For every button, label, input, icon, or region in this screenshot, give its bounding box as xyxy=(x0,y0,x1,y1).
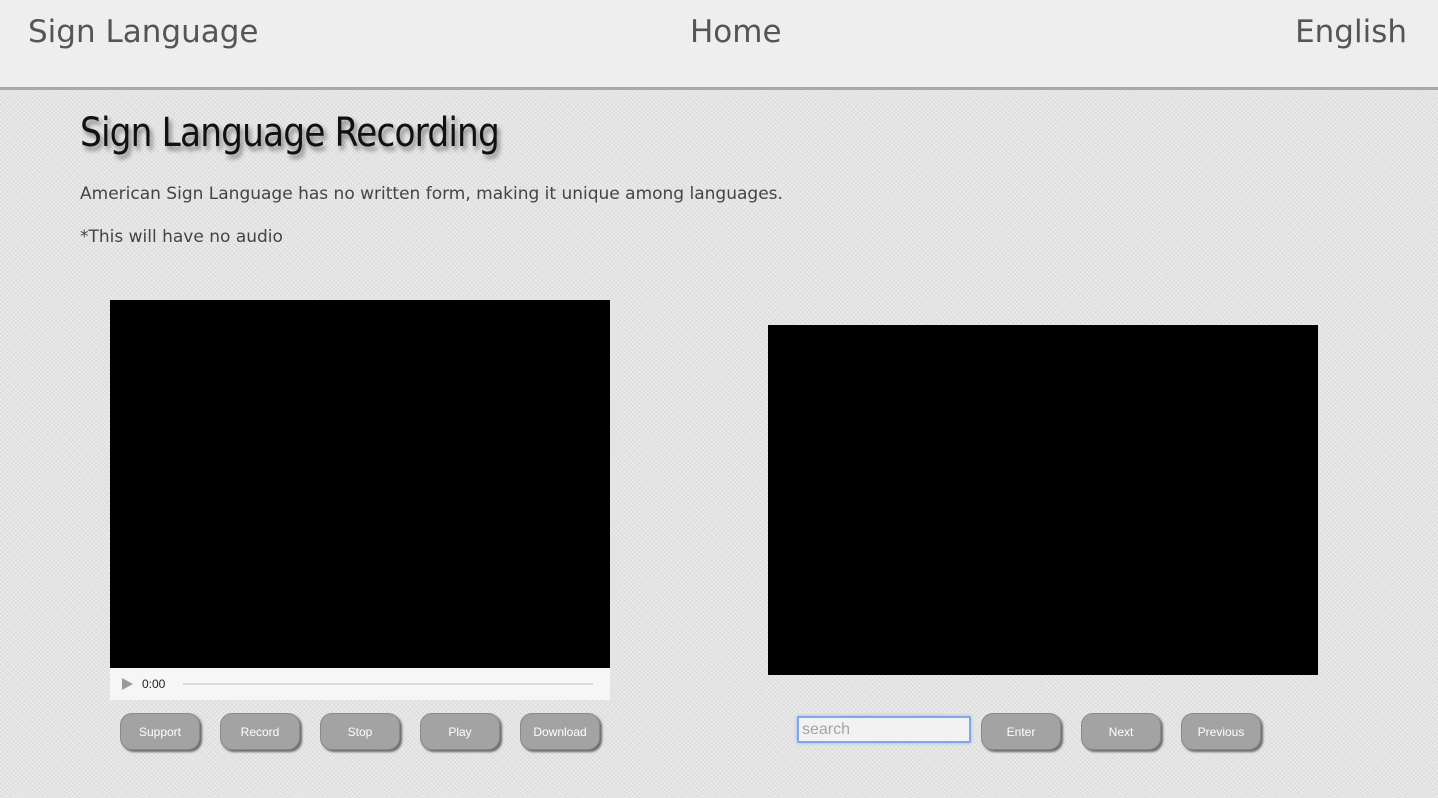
video-time: 0:00 xyxy=(142,677,166,691)
nav-brand-link[interactable]: Sign Language xyxy=(28,14,258,50)
next-button[interactable]: Next xyxy=(1081,713,1161,750)
sign-viewer-video[interactable] xyxy=(768,325,1318,675)
page-title: Sign Language Recording xyxy=(80,110,500,156)
search-input[interactable] xyxy=(797,716,971,743)
play-icon[interactable] xyxy=(122,678,133,690)
stop-button[interactable]: Stop xyxy=(320,713,400,750)
recording-video[interactable] xyxy=(110,300,610,668)
enter-button[interactable]: Enter xyxy=(981,713,1061,750)
audio-note: *This will have no audio xyxy=(80,227,283,247)
previous-button[interactable]: Previous xyxy=(1181,713,1261,750)
video-controls: 0:00 xyxy=(110,668,610,700)
nav-language-link[interactable]: English xyxy=(1295,14,1407,50)
support-button[interactable]: Support xyxy=(120,713,200,750)
video-progress-bar[interactable] xyxy=(183,683,593,685)
record-button[interactable]: Record xyxy=(220,713,300,750)
top-navbar: Sign Language Home English xyxy=(0,0,1438,90)
download-button[interactable]: Download xyxy=(520,713,600,750)
nav-home-link[interactable]: Home xyxy=(690,14,782,50)
intro-text: American Sign Language has no written fo… xyxy=(80,184,783,204)
play-button[interactable]: Play xyxy=(420,713,500,750)
